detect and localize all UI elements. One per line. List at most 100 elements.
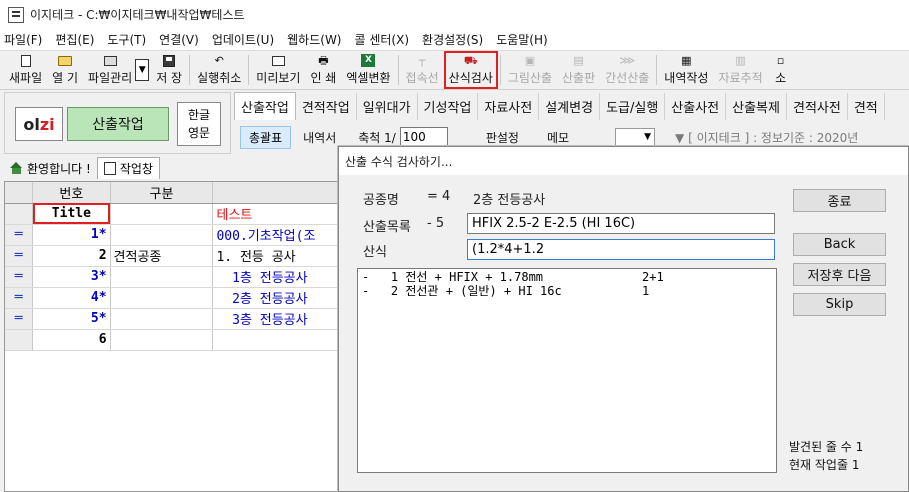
logo-text-accent: zi bbox=[39, 114, 55, 134]
row-division[interactable] bbox=[110, 224, 214, 246]
menu-help[interactable]: 도움말(H) bbox=[496, 31, 548, 48]
tab-workwindow[interactable]: 작업창 bbox=[96, 157, 160, 179]
menu-file[interactable]: 파일(F) bbox=[4, 31, 42, 48]
work-type-value: 2층 전등공사 bbox=[473, 193, 546, 208]
row-division[interactable] bbox=[110, 329, 214, 351]
data-trace-button[interactable]: ▥ 자료추적 bbox=[713, 51, 767, 89]
print-button[interactable]: 🖶 인 쇄 bbox=[305, 51, 341, 89]
close-button[interactable]: 종료 bbox=[793, 189, 886, 212]
menu-call-center[interactable]: 콜 센터(X) bbox=[355, 31, 410, 48]
formula-check-button[interactable]: ⛟ 산식검사 bbox=[443, 51, 498, 89]
menu-edit[interactable]: 편집(E) bbox=[55, 31, 94, 48]
table-row[interactable]: ═ 2 견적공종 1. 전등 공사 bbox=[5, 245, 343, 267]
lang-korean[interactable]: 한글 bbox=[188, 106, 210, 124]
tab-progress-work[interactable]: 기성작업 bbox=[418, 93, 479, 120]
table-row[interactable]: ═ 4* 2층 전등공사 bbox=[5, 287, 343, 309]
new-file-button[interactable]: 새파일 bbox=[4, 51, 47, 89]
calc-work-button[interactable]: 산출작업 bbox=[67, 107, 169, 141]
excel-icon: X bbox=[360, 54, 376, 67]
row-content[interactable]: 2층 전등공사 bbox=[212, 287, 343, 309]
file-manager-button[interactable]: 파일관리 bbox=[83, 51, 137, 89]
tab-welcome[interactable]: 환영합니다 ! bbox=[4, 157, 97, 179]
row-division[interactable] bbox=[110, 308, 214, 330]
row-division[interactable] bbox=[110, 266, 214, 288]
trunk-calc-label: 간선산출 bbox=[605, 71, 650, 85]
scale-input[interactable]: 100 bbox=[399, 127, 448, 147]
item-field[interactable]: HFIX 2.5-2 E-2.5 (HI 16C) bbox=[467, 213, 775, 234]
totals-button[interactable]: 총괄표 bbox=[240, 125, 292, 149]
table-row[interactable]: 6 bbox=[5, 329, 343, 351]
menu-settings[interactable]: 환경설정(S) bbox=[422, 31, 483, 48]
row-division[interactable] bbox=[110, 287, 214, 309]
row-number[interactable]: 5* bbox=[32, 308, 111, 330]
row-number[interactable]: 3* bbox=[32, 266, 111, 288]
tab-calc-copy[interactable]: 산출복제 bbox=[726, 93, 787, 120]
info-arrow-icon: ▼ bbox=[675, 130, 685, 145]
table-row[interactable]: Title 테스트 bbox=[5, 203, 343, 225]
row-content[interactable]: 3층 전등공사 bbox=[212, 308, 343, 330]
statement-link[interactable]: 내역서 bbox=[303, 129, 336, 146]
tab-contract[interactable]: 도급/실행 bbox=[600, 93, 666, 120]
row-content[interactable]: 1층 전등공사 bbox=[212, 266, 343, 288]
preview-button[interactable]: 미리보기 bbox=[251, 51, 305, 89]
undo-button[interactable]: ↶ 실행취소 bbox=[192, 51, 246, 89]
skip-button[interactable]: Skip bbox=[793, 293, 886, 316]
work-type-label: 공종명 bbox=[363, 193, 399, 208]
row-number[interactable]: 6 bbox=[32, 329, 111, 351]
formula-items-list[interactable]: - 1 전선 + HFIX + 1.78mm 2+1 - 2 전선관 + (일반… bbox=[357, 268, 777, 473]
trunk-calc-button[interactable]: ⋙ 간선산출 bbox=[600, 51, 654, 89]
tab-estimate-work[interactable]: 견적작업 bbox=[296, 93, 357, 120]
tab-calc-dictionary[interactable]: 산출사전 bbox=[665, 93, 727, 120]
table-row[interactable]: ═ 3* 1층 전등공사 bbox=[5, 266, 343, 288]
work-type-number: = 4 bbox=[427, 189, 451, 204]
menu-tools[interactable]: 도구(T) bbox=[107, 31, 146, 48]
lang-english[interactable]: 영문 bbox=[188, 124, 210, 142]
statement-button[interactable]: ▦ 내역작성 bbox=[659, 51, 713, 89]
picture-calc-button[interactable]: ▣ 그림산출 bbox=[503, 51, 557, 89]
header-content bbox=[212, 182, 343, 204]
row-division[interactable] bbox=[110, 203, 214, 225]
save-next-button[interactable]: 저장후 다음 bbox=[793, 263, 886, 286]
statement-icon: ▦ bbox=[681, 54, 692, 67]
row-number[interactable]: 4* bbox=[32, 287, 111, 309]
row-number[interactable]: 1* bbox=[32, 224, 111, 246]
row-marker: ═ bbox=[5, 245, 34, 267]
tab-welcome-label: 환영합니다 ! bbox=[27, 161, 91, 176]
table-row[interactable]: ═ 5* 3층 전등공사 bbox=[5, 308, 343, 330]
excel-button[interactable]: X 엑셀변환 bbox=[341, 51, 395, 89]
tab-calc-work[interactable]: 산출작업 bbox=[234, 92, 296, 120]
tab-design-change[interactable]: 설계변경 bbox=[539, 93, 601, 120]
row-number[interactable]: 2 bbox=[32, 245, 111, 267]
menu-webhard[interactable]: 웹하드(W) bbox=[287, 31, 341, 48]
tab-estimate-more[interactable]: 견적 bbox=[848, 93, 885, 120]
table-header: 번호 구분 bbox=[5, 182, 343, 204]
memo-button[interactable]: 메모 bbox=[547, 129, 569, 146]
back-button[interactable]: Back bbox=[793, 233, 886, 256]
menu-connect[interactable]: 연결(V) bbox=[159, 31, 199, 48]
plate-settings-button[interactable]: 판설정 bbox=[486, 129, 519, 146]
file-manager-dropdown-icon[interactable]: ▼ bbox=[135, 59, 150, 81]
tab-data-dictionary[interactable]: 자료사전 bbox=[478, 93, 540, 120]
row-division[interactable]: 견적공종 bbox=[110, 245, 214, 267]
table-row[interactable]: ═ 1* 000.기초작업(조 bbox=[5, 224, 343, 246]
language-toggle[interactable]: 한글 영문 bbox=[177, 102, 221, 146]
formula-input[interactable]: (1.2*4+1.2 bbox=[467, 239, 775, 260]
tab-unit-cost[interactable]: 일위대가 bbox=[357, 93, 418, 120]
tab-estimate-dictionary[interactable]: 견적사전 bbox=[787, 93, 848, 120]
memo-combo[interactable]: ▼ bbox=[615, 128, 656, 146]
list-item[interactable]: - 1 전선 + HFIX + 1.78mm 2+1 bbox=[362, 270, 772, 284]
calc-board-button[interactable]: ▤ 산출판 bbox=[557, 51, 600, 89]
row-content[interactable] bbox=[212, 329, 343, 351]
list-item[interactable]: - 2 전선관 + (일반) + HI 16c 1 bbox=[362, 284, 772, 298]
row-number[interactable]: Title bbox=[32, 203, 111, 225]
row-content[interactable]: 테스트 bbox=[212, 203, 343, 225]
connect-line-button[interactable]: ┬ 접속선 bbox=[401, 51, 444, 89]
open-label: 열 기 bbox=[52, 71, 79, 85]
more-button[interactable]: ▫ 소 bbox=[768, 51, 794, 89]
row-content[interactable]: 1. 전등 공사 bbox=[212, 245, 343, 267]
menu-update[interactable]: 업데이트(U) bbox=[212, 31, 274, 48]
save-button[interactable]: 저 장 bbox=[151, 51, 187, 89]
open-button[interactable]: 열 기 bbox=[47, 51, 83, 89]
row-content[interactable]: 000.기초작업(조 bbox=[212, 224, 343, 246]
trunk-calc-icon: ⋙ bbox=[619, 54, 636, 67]
